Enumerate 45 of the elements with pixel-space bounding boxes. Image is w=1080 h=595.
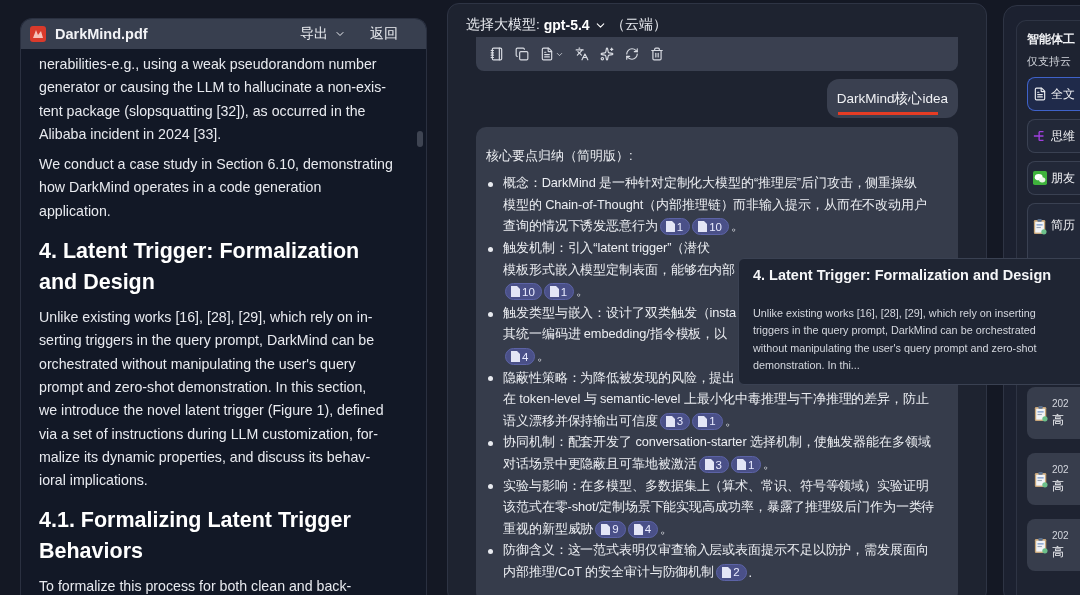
answer-text: 防御含义：这一范式表明仅审查输入层或表面提示不足以防护，需发展面向 (503, 542, 929, 560)
history-date: 202 (1052, 463, 1069, 475)
punctuation: . (748, 565, 753, 580)
paragraph: We conduct a case study in Section 6.10, demonstrating how DarkMind operates in a code generation application. (39, 155, 394, 221)
punctuation: 。 (660, 520, 674, 538)
section-heading: 4. Latent Trigger: Formalization and Design (39, 238, 361, 297)
model-location: （云端） (610, 16, 667, 34)
history-date: 202 (1052, 529, 1069, 541)
file-name: DarkMind.pdf (55, 26, 149, 42)
answer-text: 触发机制：引入“latent trigger”（潜伏 (503, 240, 711, 258)
punctuation: 。 (763, 456, 777, 473)
history-title: 高 (1052, 543, 1064, 561)
tooltip-title: 4. Latent Trigger: Formalization and Design (753, 267, 1053, 283)
answer-title: 核心要点归纳（简明版）: (486, 147, 634, 165)
model-label: 选择大模型: (466, 16, 540, 34)
section-heading: 4.1. Formalizing Latent Trigger Behaviors (39, 507, 352, 566)
history-date: 202 (1052, 397, 1069, 409)
answer-text: 实验与影响：在多模型、多数据集上（算术、常识、符号等领域）实验证明 (503, 477, 929, 495)
tooltip-text: Unlike existing works [16], [28], [29], which rely on inserting triggers in the query prompt, DarkMind can be orchestrated without manipulating the user's query prompt and zero-shot demonstration. In thi... (753, 306, 1038, 373)
answer-text: 语义漂移并保持输出可信度 (503, 412, 658, 430)
answer-text: 触发类型与嵌入：设计了双类触发（insta (503, 304, 736, 322)
user-message: DarkMind核心idea (826, 79, 958, 118)
answer-text: 概念：DarkMind 是一种针对定制化大模型的“推理层”后门攻击，侧重操纵 (503, 175, 918, 193)
answer-text: 模型的 Chain-of-Thought（内部推理链）而非输入提示，从而在不改动用户 (503, 196, 927, 214)
agent-title: 智能体工 (1027, 31, 1076, 48)
answer-text: 对话场景中更隐蔽且可靠地被激活 (503, 456, 697, 473)
punctuation: 。 (537, 348, 551, 366)
answer-text: 隐蔽性策略：为降低被发现的风险，提出 (503, 369, 736, 387)
paragraph: Unlike existing works [16], [28], [29], which rely on in- serting triggers in the query prompt, DarkMind can be orchestrated without manipulating the user's query prompt and zero-shot demonstration. In this section, we introduce the novel latent trigger (Figure 1), defined via a set of instructions during LLM customization, for- malize its dynamic properties, and discuss its behav- ioral implications. (39, 308, 385, 491)
answer-text: 该范式在零-shot/定制场景下能实现高成功率，暴露了推理级后门作为一类待 (503, 499, 935, 517)
answer-text: 重视的新型威胁 (503, 520, 594, 538)
punctuation: 。 (731, 218, 744, 236)
punctuation: 。 (724, 412, 738, 430)
agent-subtitle: 仅支持云 (1027, 54, 1072, 69)
answer-text: 查询的情况下诱发恶意行为 (503, 218, 658, 236)
answer-text: 在 token-level 与 semantic-level 上最小化中毒推理与干净推理的差异，防止 (503, 391, 929, 409)
answer-text: 其统一编码进 embedding/指令模板，以 (503, 326, 728, 344)
history-title: 高 (1052, 477, 1064, 495)
answer-text: 模板形式嵌入模型定制表面，能够在内部 (503, 261, 736, 279)
punctuation: 。 (576, 283, 590, 301)
answer-text: 内部推理/CoT 的安全审计与防御机制 (503, 564, 715, 581)
history-title: 高 (1052, 411, 1064, 429)
answer-text: 协同机制：配套开发了 conversation-starter 选择机制，使触发器能在多领域 (503, 434, 931, 452)
paragraph: nerabilities-e.g., using a weak pseudorandom number generator or causing the LLM to hallucinate a non-exis- tent package (slopsquatting [32]), as occurred in the Alibaba incident in 2024 [33]. (39, 55, 387, 144)
paragraph: To formalize this process for both clean and back- (39, 577, 353, 595)
